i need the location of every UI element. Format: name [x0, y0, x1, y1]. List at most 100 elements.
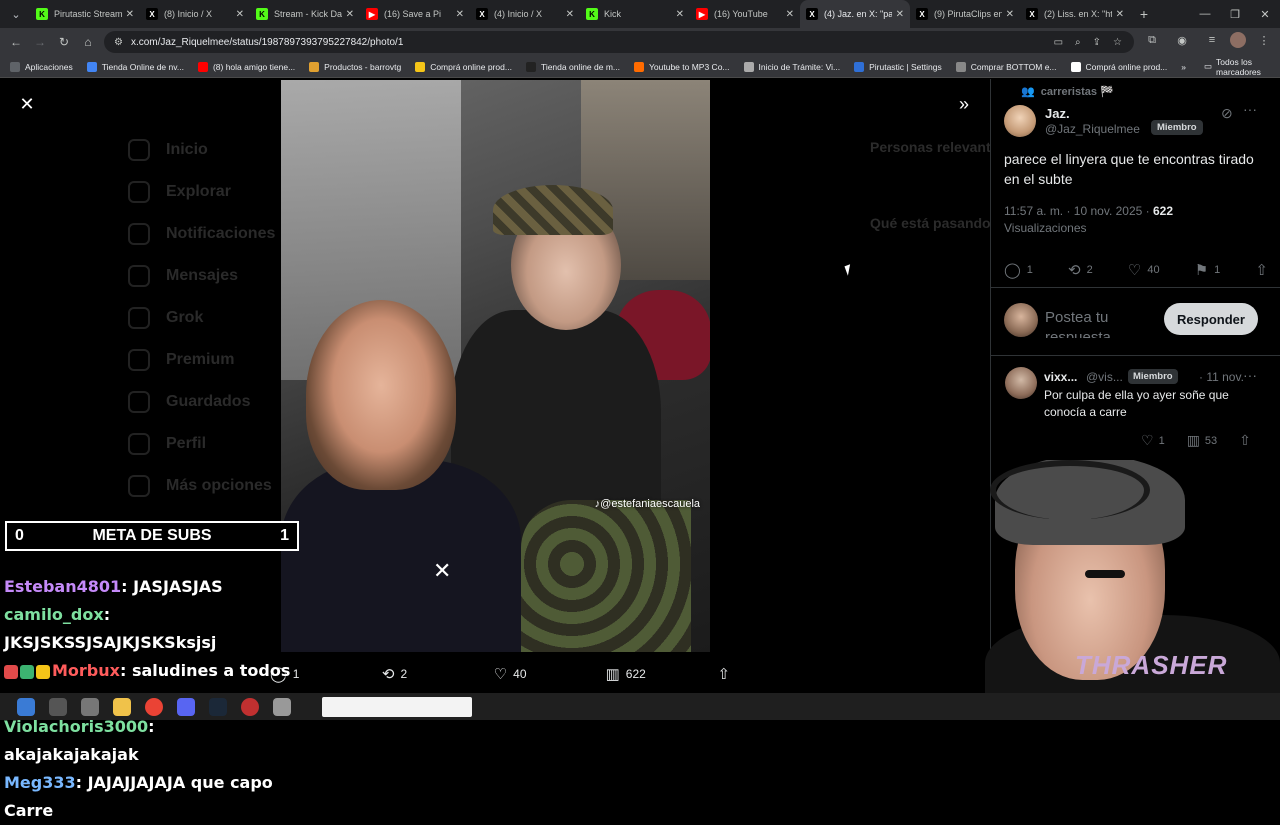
tab-close-icon[interactable]: ✕: [676, 9, 684, 20]
photo-repost-button[interactable]: ⟲ 2: [382, 665, 494, 683]
taskbar-search[interactable]: [322, 696, 472, 717]
browser-tab[interactable]: X (4) Jaz. en X: "pa ✕: [800, 0, 910, 28]
explorer-icon[interactable]: [113, 697, 131, 716]
profile-avatar[interactable]: [1230, 32, 1246, 48]
bookmark-item[interactable]: Inicio de Trámite: Vi...: [743, 61, 840, 72]
bookmark-item[interactable]: Aplicaciones: [10, 61, 73, 72]
tab-close-icon[interactable]: ✕: [236, 9, 244, 20]
bookmark-item[interactable]: Tienda online de m...: [525, 61, 620, 72]
browser-tab[interactable]: K Pirutastic Stream ✕: [30, 0, 140, 28]
cast-icon[interactable]: ▭: [1054, 37, 1063, 48]
share-icon[interactable]: ⇪: [1093, 37, 1101, 48]
browser-tab[interactable]: X (4) Inicio / X ✕: [470, 0, 580, 28]
bookmark-item[interactable]: (8) hola amigo tiene...: [197, 61, 295, 72]
bookmark-item[interactable]: Tienda Online de nv...: [86, 61, 184, 72]
tab-close-icon[interactable]: ✕: [346, 9, 354, 20]
extensions-icon[interactable]: ⧉: [1140, 34, 1164, 47]
url-text[interactable]: x.com/Jaz_Riquelmee/status/1987897393795…: [131, 37, 1054, 48]
account-sync-icon[interactable]: ◉: [1170, 34, 1194, 47]
view-count: 622: [1152, 204, 1174, 218]
collapse-panel-icon[interactable]: »: [953, 93, 975, 115]
chrome-icon[interactable]: [145, 697, 163, 716]
grok-icon[interactable]: ⊘: [1221, 105, 1233, 122]
address-bar[interactable]: ⚙ x.com/Jaz_Riquelmee/status/19878973937…: [104, 31, 1134, 53]
reply-author-name[interactable]: vixx...: [1044, 370, 1077, 384]
discord-icon[interactable]: [177, 697, 195, 716]
restore-icon[interactable]: ❐: [1220, 8, 1250, 21]
bookmark-item[interactable]: Comprá online prod...: [415, 61, 512, 72]
close-viewer-icon[interactable]: ✕: [16, 93, 38, 115]
tab-close-icon[interactable]: ✕: [566, 9, 574, 20]
reply-input[interactable]: Postea tu respuesta: [1045, 308, 1155, 338]
home-icon[interactable]: ⌂: [76, 35, 100, 49]
chevron-right-icon[interactable]: »: [1181, 62, 1186, 72]
bookmark-favicon-icon: [854, 61, 865, 72]
browser-tab[interactable]: X (8) Inicio / X ✕: [140, 0, 250, 28]
community-context[interactable]: 👥 carreristas 🏁: [1021, 85, 1114, 98]
background-nav-item: Notificaciones: [128, 213, 288, 255]
author-name[interactable]: Jaz.: [1045, 106, 1070, 121]
browser-tab[interactable]: X (2) Liss. en X: "htt ✕: [1020, 0, 1130, 28]
reply-date[interactable]: · 11 nov.: [1199, 370, 1244, 384]
tab-title: (4) Inicio / X: [494, 9, 543, 19]
taskview-icon[interactable]: [81, 697, 99, 716]
bookmark-item[interactable]: Productos - barrovtg: [309, 61, 401, 72]
steam-icon[interactable]: [209, 697, 227, 716]
browser-tab[interactable]: K Kick ✕: [580, 0, 690, 28]
bookmark-item[interactable]: Youtube to MP3 Co...: [634, 61, 730, 72]
menu-icon[interactable]: ⋮: [1252, 34, 1276, 47]
minimize-icon[interactable]: —: [1190, 8, 1220, 21]
reply-button[interactable]: ◯ 1: [1004, 261, 1033, 279]
close-window-icon[interactable]: ✕: [1250, 8, 1280, 21]
browser-tab[interactable]: K Stream - Kick Da ✕: [250, 0, 360, 28]
tweet-time[interactable]: 11:57 a. m. · 10 nov. 2025 ·: [1004, 204, 1153, 218]
forward-icon[interactable]: →: [28, 35, 52, 49]
zoom-icon[interactable]: ⌕: [1075, 37, 1081, 48]
reply-share-button[interactable]: ⇧: [1239, 432, 1251, 449]
tweet-photo[interactable]: ✕ ♪@estefaniaescauela: [281, 80, 710, 652]
tab-close-icon[interactable]: ✕: [1116, 9, 1124, 20]
browser-tab[interactable]: ▶ (16) YouTube ✕: [690, 0, 800, 28]
tab-search-icon[interactable]: ⌄: [6, 4, 26, 24]
author-handle[interactable]: @Jaz_Riquelmee: [1045, 122, 1140, 136]
bookmark-item[interactable]: Comprá online prod...: [1070, 61, 1167, 72]
app-icon[interactable]: [273, 697, 291, 716]
bookmark-button[interactable]: ⚑ 1: [1195, 261, 1221, 279]
share-button[interactable]: ⇧: [1255, 261, 1268, 279]
tab-close-icon[interactable]: ✕: [896, 9, 904, 20]
obs-icon[interactable]: [241, 697, 259, 716]
photo-share-button[interactable]: ⇧: [717, 665, 730, 683]
browser-tab[interactable]: X (9) PirutaClips en ✕: [910, 0, 1020, 28]
photo-views-button[interactable]: ▥ 622: [606, 665, 718, 683]
tab-close-icon[interactable]: ✕: [456, 9, 464, 20]
tab-close-icon[interactable]: ✕: [126, 9, 134, 20]
like-button[interactable]: ♡ 40: [1128, 261, 1160, 279]
bookmark-item[interactable]: Comprar BOTTOM e...: [955, 61, 1057, 72]
bookmark-star-icon[interactable]: ☆: [1113, 37, 1122, 48]
reply-submit-button[interactable]: Responder: [1164, 303, 1258, 335]
search-icon[interactable]: [49, 697, 67, 716]
start-icon[interactable]: [17, 697, 35, 716]
photo-like-button[interactable]: ♡ 40: [494, 665, 606, 683]
reply-views-button[interactable]: ▥ 53: [1187, 432, 1217, 449]
reply-author-handle[interactable]: @vis...: [1086, 370, 1123, 384]
repost-icon: ⟲: [1068, 262, 1081, 279]
bookmark-item[interactable]: Pirutastic | Settings: [854, 61, 942, 72]
tab-close-icon[interactable]: ✕: [1006, 9, 1014, 20]
reply-like-button[interactable]: ♡ 1: [1141, 432, 1165, 449]
back-icon[interactable]: ←: [4, 35, 28, 49]
reload-icon[interactable]: ↻: [52, 35, 76, 49]
site-info-icon[interactable]: ⚙: [114, 37, 123, 48]
tab-favicon-icon: ▶: [366, 8, 378, 20]
repost-button[interactable]: ⟲ 2: [1068, 261, 1093, 279]
tab-close-icon[interactable]: ✕: [786, 9, 794, 20]
tab-title: (16) YouTube: [714, 9, 768, 19]
new-tab-button[interactable]: +: [1134, 6, 1154, 22]
all-bookmarks[interactable]: » ▭ Todos los marcadores: [1181, 57, 1272, 77]
browser-tab[interactable]: ▶ (16) Save a Pi ✕: [360, 0, 470, 28]
reply-author-avatar[interactable]: [1005, 367, 1037, 399]
more-options-icon[interactable]: ···: [1243, 101, 1257, 117]
reply-more-icon[interactable]: ···: [1243, 367, 1257, 383]
media-icon[interactable]: ≡: [1200, 34, 1224, 46]
author-avatar[interactable]: [1004, 105, 1036, 137]
